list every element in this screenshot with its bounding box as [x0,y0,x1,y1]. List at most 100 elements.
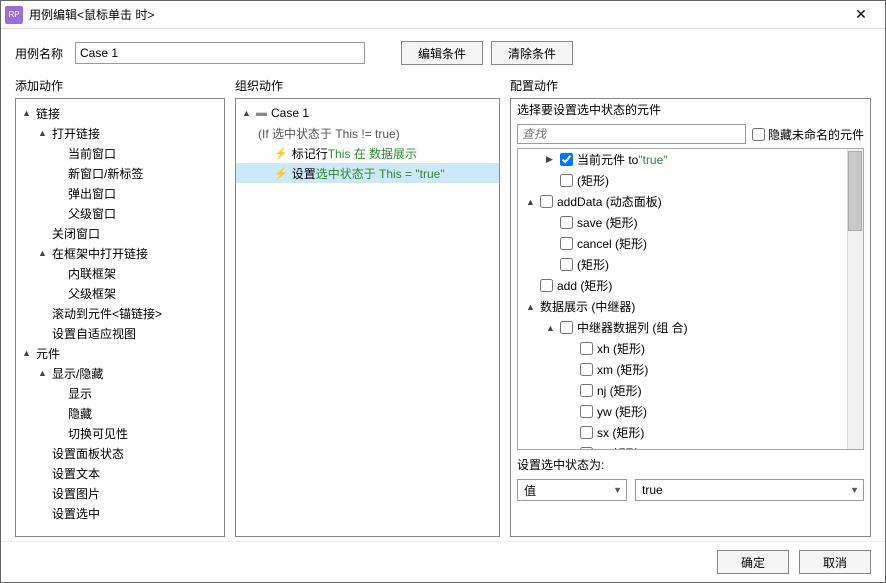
widget-label: xh (矩形) [597,340,645,357]
action-text: 标记行 [292,145,328,162]
action-row-selected[interactable]: ⚡ 设置 选中状态于 This = "true" [236,163,499,183]
widget-item[interactable]: (矩形) [518,254,863,275]
clear-condition-button[interactable]: 清除条件 [491,41,573,65]
widget-checkbox[interactable] [560,258,573,271]
tree-item[interactable]: 设置选中 [16,503,224,523]
tree-label: 设置图片 [52,485,100,502]
tree-item[interactable]: 父级框架 [16,283,224,303]
chevron-down-icon: ▼ [850,485,859,495]
value-text: true [642,483,663,497]
tree-item[interactable]: 设置文本 [16,463,224,483]
value-type-combo[interactable]: 值 ▼ [517,479,627,501]
tree-item[interactable]: 关闭窗口 [16,223,224,243]
widget-item[interactable]: zf (矩形) [518,443,863,450]
add-action-header: 添加动作 [15,73,225,98]
action-text: 设置 [292,165,316,182]
case-name-input[interactable] [75,42,365,64]
organize-action-tree[interactable]: ▲ ▬ Case 1 (If 选中状态于 This != true) ⚡ 标记行… [235,98,500,537]
widget-item[interactable]: xh (矩形) [518,338,863,359]
widget-checkbox[interactable] [560,174,573,187]
widget-item[interactable]: ▶当前元件 to "true" [518,149,863,170]
widget-checkbox[interactable] [580,363,593,376]
scroll-thumb[interactable] [848,151,862,231]
widget-item[interactable]: ▲addData (动态面板) [518,191,863,212]
widget-checkbox[interactable] [580,405,593,418]
widget-checkbox[interactable] [560,153,573,166]
value-combo[interactable]: true ▼ [635,479,864,501]
tree-item[interactable]: 当前窗口 [16,143,224,163]
widget-checkbox[interactable] [580,384,593,397]
widget-checkbox[interactable] [560,321,573,334]
tree-label: 关闭窗口 [52,225,100,242]
add-action-tree[interactable]: ▲链接▲打开链接当前窗口新窗口/新标签弹出窗口父级窗口关闭窗口▲在框架中打开链接… [15,98,225,537]
widget-item[interactable]: nj (矩形) [518,380,863,401]
expand-icon[interactable]: ▲ [38,248,50,258]
case-node[interactable]: ▲ ▬ Case 1 [236,103,499,123]
tree-item[interactable]: 弹出窗口 [16,183,224,203]
widget-item[interactable]: save (矩形) [518,212,863,233]
ok-button[interactable]: 确定 [717,550,789,574]
tree-item[interactable]: 内联框架 [16,263,224,283]
tree-item[interactable]: 设置图片 [16,483,224,503]
tree-item[interactable]: 显示 [16,383,224,403]
widget-item[interactable]: cancel (矩形) [518,233,863,254]
tree-item[interactable]: ▲打开链接 [16,123,224,143]
widget-checkbox[interactable] [560,237,573,250]
expand-icon[interactable]: ▶ [546,154,558,165]
case-name-label: 用例名称 [15,45,63,62]
expand-icon[interactable]: ▲ [526,302,538,312]
tree-item[interactable]: 隐藏 [16,403,224,423]
action-row[interactable]: ⚡ 标记行 This 在 数据展示 [236,143,499,163]
tree-item[interactable]: ▲在框架中打开链接 [16,243,224,263]
search-input[interactable] [517,124,746,144]
widget-checkbox[interactable] [580,447,593,450]
expand-icon[interactable]: ▲ [546,323,558,333]
lightning-icon: ⚡ [274,167,288,180]
widget-item[interactable]: add (矩形) [518,275,863,296]
expand-icon[interactable]: ▲ [526,197,538,207]
expand-icon[interactable]: ▲ [38,128,50,138]
tree-item[interactable]: 设置自适应视图 [16,323,224,343]
widget-value: "true" [638,153,667,167]
tree-label: 设置文本 [52,465,100,482]
widget-checkbox[interactable] [560,216,573,229]
widget-tree[interactable]: ▶当前元件 to "true"(矩形)▲addData (动态面板)save (… [517,148,864,450]
tree-item[interactable]: 滚动到元件<锚链接> [16,303,224,323]
expand-icon[interactable]: ▲ [242,108,254,118]
cancel-button[interactable]: 取消 [799,550,871,574]
hide-unnamed-input[interactable] [752,128,765,141]
tree-label: 在框架中打开链接 [52,245,148,262]
edit-condition-button[interactable]: 编辑条件 [401,41,483,65]
expand-icon[interactable]: ▲ [22,348,34,358]
condition-node[interactable]: (If 选中状态于 This != true) [236,123,499,143]
widget-checkbox[interactable] [540,195,553,208]
widget-label: nj (矩形) [597,382,642,399]
tree-item[interactable]: 新窗口/新标签 [16,163,224,183]
tree-item[interactable]: ▲链接 [16,103,224,123]
widget-label: cancel (矩形) [577,235,647,252]
expand-icon[interactable]: ▲ [38,368,50,378]
value-type-text: 值 [524,482,536,499]
tree-item[interactable]: ▲显示/隐藏 [16,363,224,383]
widget-item[interactable]: ▲数据展示 (中继器) [518,296,863,317]
hide-unnamed-checkbox[interactable]: 隐藏未命名的元件 [752,126,864,143]
widget-checkbox[interactable] [540,279,553,292]
tree-item[interactable]: 父级窗口 [16,203,224,223]
close-button[interactable]: ✕ [841,1,881,28]
widget-checkbox[interactable] [580,342,593,355]
widget-item[interactable]: yw (矩形) [518,401,863,422]
tree-label: 设置面板状态 [52,445,124,462]
scrollbar[interactable] [847,149,863,449]
widget-checkbox[interactable] [580,426,593,439]
expand-icon[interactable]: ▲ [22,108,34,118]
tree-item[interactable]: ▲元件 [16,343,224,363]
condition-text: (If 选中状态于 This != true) [258,125,400,142]
widget-item[interactable]: (矩形) [518,170,863,191]
widget-item[interactable]: ▲中继器数据列 (组 合) [518,317,863,338]
organize-action-header: 组织动作 [235,73,500,98]
tree-item[interactable]: 切换可见性 [16,423,224,443]
tree-item[interactable]: 设置面板状态 [16,443,224,463]
widget-item[interactable]: xm (矩形) [518,359,863,380]
widget-label: 数据展示 (中继器) [540,298,635,315]
widget-item[interactable]: sx (矩形) [518,422,863,443]
